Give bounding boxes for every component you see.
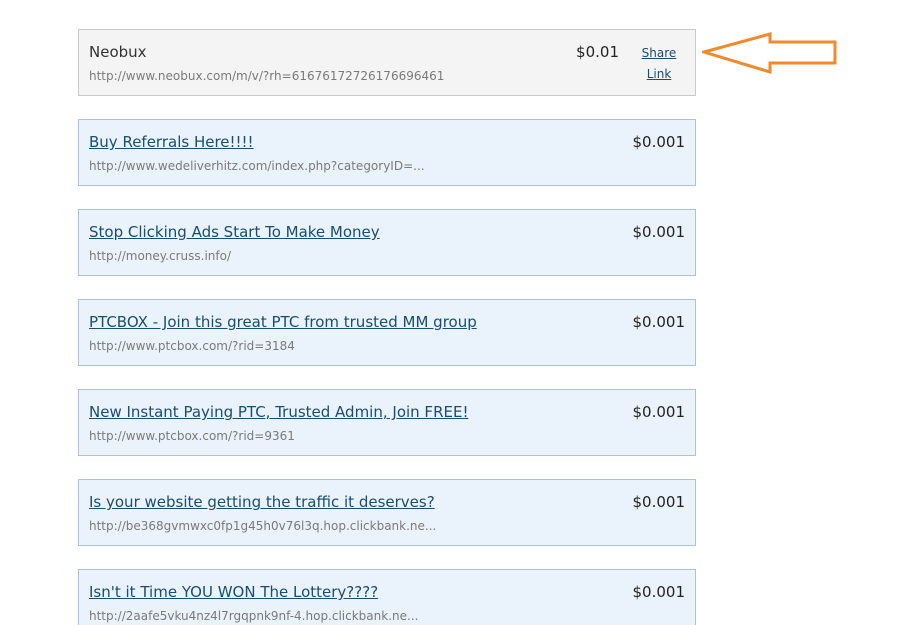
ad-url: http://be368gvmwxc0fp1g45h0v76l3q.hop.cl…: [89, 519, 437, 533]
ad-price: $0.001: [632, 223, 686, 241]
ad-url: http://2aafe5vku4nz4l7rgqpnk9nf-4.hop.cl…: [89, 609, 419, 623]
share-link-line-1: Share: [641, 46, 677, 60]
ad-price: $0.001: [632, 313, 686, 331]
share-link-button[interactable]: Share Link: [637, 43, 681, 85]
ad-title-link[interactable]: PTCBOX - Join this great PTC from truste…: [89, 313, 477, 331]
ad-url: http://money.cruss.info/: [89, 249, 231, 263]
ad-price: $0.001: [632, 583, 686, 601]
ad-item: PTCBOX - Join this great PTC from truste…: [78, 299, 696, 366]
ad-title-link[interactable]: Isn't it Time YOU WON The Lottery????: [89, 583, 378, 601]
ad-title-link[interactable]: Buy Referrals Here!!!!: [89, 133, 254, 151]
ad-item: Isn't it Time YOU WON The Lottery???? ht…: [78, 569, 696, 625]
ad-item: Buy Referrals Here!!!! http://www.wedeli…: [78, 119, 696, 186]
ad-item: Is your website getting the traffic it d…: [78, 479, 696, 546]
ad-title-link[interactable]: New Instant Paying PTC, Trusted Admin, J…: [89, 403, 468, 421]
featured-ad: Neobux http://www.neobux.com/m/v/?rh=616…: [78, 29, 696, 96]
share-link-line-2: Link: [646, 67, 672, 81]
ad-price: $0.001: [632, 133, 686, 151]
annotation-arrow-icon: [702, 32, 837, 75]
ad-title: Neobux: [89, 43, 147, 61]
ad-title-link[interactable]: Stop Clicking Ads Start To Make Money: [89, 223, 380, 241]
ad-item: Stop Clicking Ads Start To Make Money ht…: [78, 209, 696, 276]
ad-url: http://www.ptcbox.com/?rid=9361: [89, 429, 295, 443]
ad-price: $0.001: [632, 493, 686, 511]
ad-url: http://www.wedeliverhitz.com/index.php?c…: [89, 159, 425, 173]
ads-page: Neobux http://www.neobux.com/m/v/?rh=616…: [0, 0, 903, 625]
ad-url: http://www.ptcbox.com/?rid=3184: [89, 339, 295, 353]
ad-price: $0.001: [632, 403, 686, 421]
ad-price: $0.01: [576, 43, 619, 61]
ad-url: http://www.neobux.com/m/v/?rh=6167617272…: [89, 69, 445, 83]
ad-item: New Instant Paying PTC, Trusted Admin, J…: [78, 389, 696, 456]
ad-title-link[interactable]: Is your website getting the traffic it d…: [89, 493, 435, 511]
